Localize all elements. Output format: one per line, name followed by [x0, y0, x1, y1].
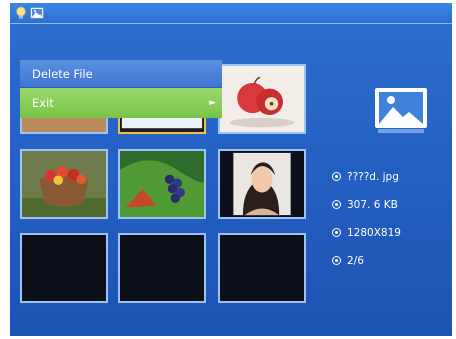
bullet-icon — [332, 199, 341, 209]
thumbnail-5[interactable] — [118, 149, 206, 219]
submenu-arrow-icon: ► — [209, 98, 216, 108]
thumbnail-3[interactable] — [218, 64, 306, 134]
bullet-icon — [332, 255, 341, 265]
menu-item-label: Delete File — [32, 67, 93, 81]
menu-item-delete-file[interactable]: Delete File — [20, 60, 222, 88]
thumbnail-4[interactable] — [20, 149, 108, 219]
info-filename: ????d. jpg — [332, 171, 399, 183]
thumbnail-empty-3 — [218, 233, 306, 303]
thumbnail-6[interactable] — [218, 149, 306, 219]
top-status-bar — [10, 3, 452, 24]
bullet-icon — [332, 227, 341, 237]
info-filesize: 307. 6 KB — [332, 199, 398, 211]
menu-item-label: Exit — [32, 96, 54, 110]
info-resolution: 1280X819 — [332, 227, 401, 239]
bulb-icon — [14, 5, 28, 19]
thumbnail-empty-1 — [20, 233, 108, 303]
info-index: 2/6 — [332, 255, 364, 267]
photo-icon — [374, 87, 428, 135]
context-menu: Delete File Exit ► — [20, 60, 222, 118]
thumbnail-empty-2 — [118, 233, 206, 303]
photo-icon — [30, 5, 44, 19]
menu-item-exit[interactable]: Exit ► — [20, 88, 222, 118]
photo-frame-screen: Delete File Exit ► ????d. jpg 307. 6 KB … — [10, 3, 452, 336]
bullet-icon — [332, 171, 341, 181]
